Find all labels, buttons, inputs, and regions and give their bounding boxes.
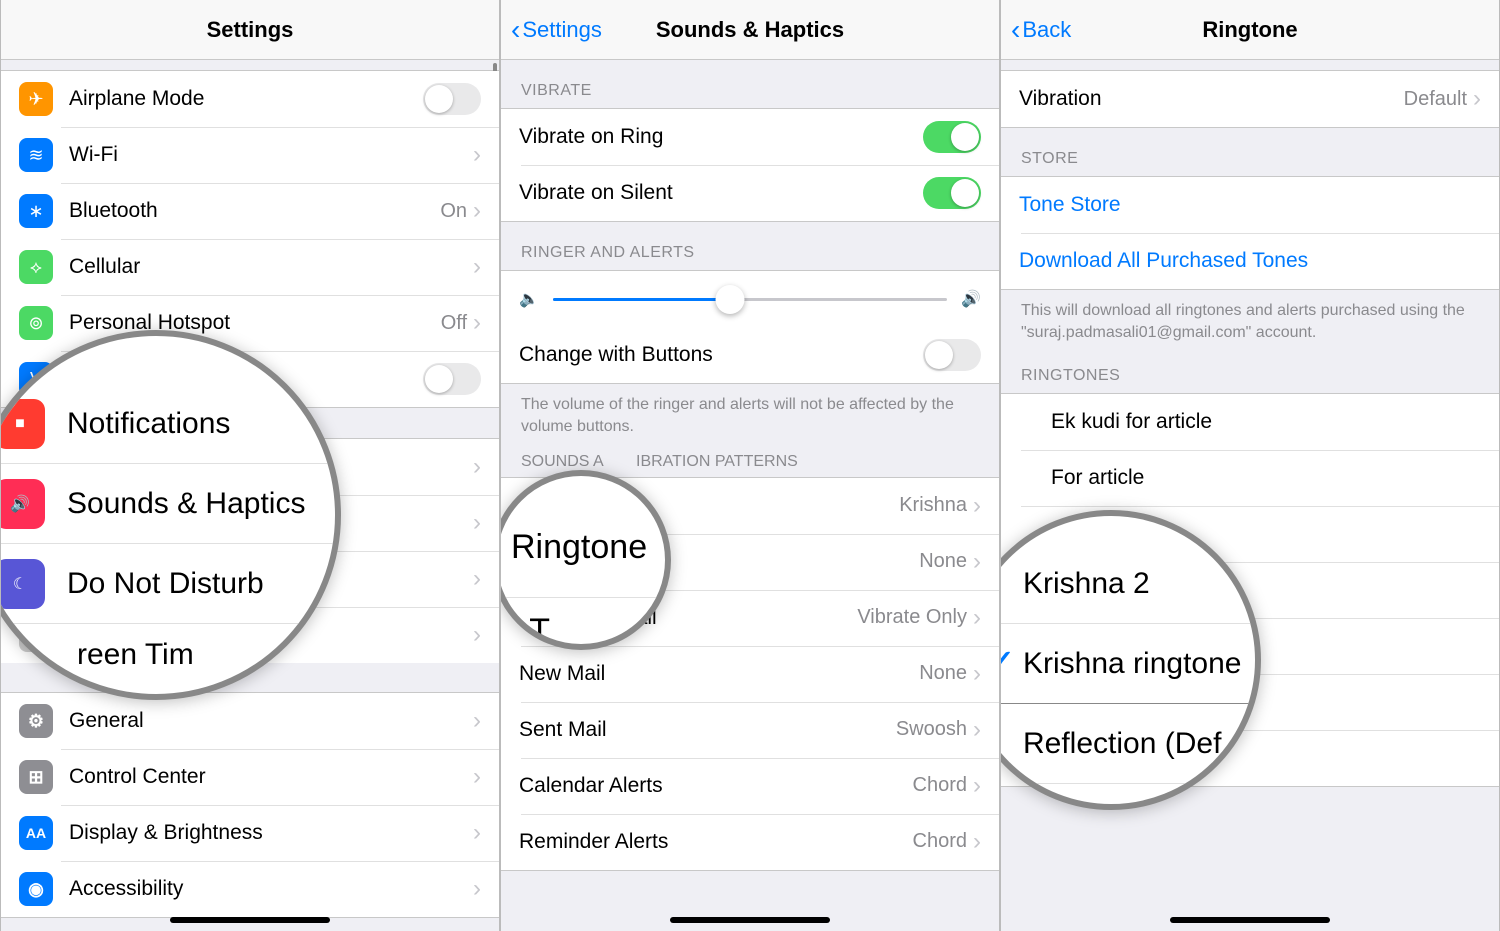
change-with-buttons-row[interactable]: Change with Buttons: [501, 327, 999, 383]
settings-row[interactable]: ∗BluetoothOn›: [1, 183, 499, 239]
chevron-left-icon: ‹: [1011, 14, 1020, 46]
settings-row[interactable]: Vibrate on Silent: [501, 165, 999, 221]
control-icon: ⊞: [19, 760, 53, 794]
hotspot-icon: ⊚: [19, 306, 53, 340]
zoom-ringtone-row[interactable]: ✓Krishna 2: [1000, 544, 1261, 624]
settings-row[interactable]: ⊞Control Center›: [1, 749, 499, 805]
vibration-row[interactable]: Vibration Default ›: [1001, 71, 1499, 127]
chevron-right-icon: ›: [473, 621, 481, 649]
wifi-icon: ≋: [19, 138, 53, 172]
toggle[interactable]: [923, 177, 981, 209]
settings-row[interactable]: ⟡Cellular›: [1, 239, 499, 295]
navbar: ‹ Back Ringtone: [1001, 0, 1499, 60]
chevron-right-icon: ›: [473, 875, 481, 903]
chevron-right-icon: ›: [973, 548, 981, 576]
chevron-right-icon: ›: [473, 309, 481, 337]
navbar: Settings: [1, 0, 499, 60]
ringtone-row[interactable]: ✓Ek kudi for article: [1001, 394, 1499, 450]
airplane-icon: ✈: [19, 82, 53, 116]
zoom-row[interactable]: ■Notifications: [0, 384, 341, 464]
zoom-ringtone-row[interactable]: ✓Krishna ringtone: [1000, 624, 1261, 704]
speaker-high-icon: 🔊: [961, 289, 981, 309]
sound-row[interactable]: Reminder AlertsChord›: [501, 814, 999, 870]
bell-icon: ■: [0, 399, 45, 449]
chevron-right-icon: ›: [473, 509, 481, 537]
navbar: ‹ Settings Sounds & Haptics: [501, 0, 999, 60]
chevron-right-icon: ›: [473, 707, 481, 735]
settings-row[interactable]: ⊚Personal HotspotOff›: [1, 295, 499, 351]
chevron-right-icon: ›: [473, 763, 481, 791]
chevron-right-icon: ›: [473, 253, 481, 281]
store-row[interactable]: Download All Purchased Tones: [1001, 233, 1499, 289]
page-title: Sounds & Haptics: [656, 17, 844, 43]
settings-screen: Settings ✈Airplane Mode≋Wi-Fi›∗Bluetooth…: [0, 0, 500, 931]
chevron-right-icon: ›: [973, 772, 981, 800]
back-button[interactable]: ‹ Settings: [511, 14, 602, 46]
chevron-right-icon: ›: [473, 197, 481, 225]
speaker-icon: 🔊: [0, 479, 45, 529]
settings-row[interactable]: ≋Wi-Fi›: [1, 127, 499, 183]
page-title: Settings: [207, 17, 294, 43]
section-footer-store: This will download all ringtones and ale…: [1001, 290, 1499, 361]
sound-row[interactable]: Sent MailSwoosh›: [501, 702, 999, 758]
speaker-low-icon: 🔈: [519, 289, 539, 309]
zoom-row[interactable]: 🔊Sounds & Haptics: [0, 464, 341, 544]
toggle[interactable]: [423, 363, 481, 395]
ringtone-row[interactable]: ✓For article: [1001, 450, 1499, 506]
home-indicator: [1170, 917, 1330, 923]
chevron-left-icon: ‹: [511, 14, 520, 46]
chevron-right-icon: ›: [473, 141, 481, 169]
chevron-right-icon: ›: [973, 716, 981, 744]
home-indicator: [670, 917, 830, 923]
settings-row[interactable]: Vibrate on Ring: [501, 109, 999, 165]
cellular-icon: ⟡: [19, 250, 53, 284]
volume-slider-row[interactable]: 🔈 🔊: [501, 271, 999, 327]
chevron-right-icon: ›: [973, 660, 981, 688]
settings-row[interactable]: ◉Accessibility›: [1, 861, 499, 917]
sound-row[interactable]: New MailNone›: [501, 646, 999, 702]
chevron-right-icon: ›: [473, 453, 481, 481]
gear-icon: ⚙: [19, 704, 53, 738]
section-header-vibrate: VIBRATE: [501, 60, 999, 108]
bluetooth-icon: ∗: [19, 194, 53, 228]
zoom-ringtone-row[interactable]: ✓Reflection (Def: [1000, 704, 1261, 784]
ringtone-screen: ‹ Back Ringtone Vibration Default › STOR…: [1000, 0, 1500, 931]
zoom-ringtone-row[interactable]: Ringtone: [500, 516, 671, 598]
moon-icon: ☾: [0, 559, 45, 609]
zoom-callout: Ringtone t T: [500, 470, 671, 650]
section-header-store: STORE: [1001, 128, 1499, 176]
zoom-callout: ✓Krishna 2✓Krishna ringtone✓Reflection (…: [1000, 510, 1261, 810]
zoom-row[interactable]: ☾Do Not Disturb: [0, 544, 341, 624]
store-row[interactable]: Tone Store: [1001, 177, 1499, 233]
volume-slider[interactable]: [553, 298, 947, 301]
section-footer-ringer: The volume of the ringer and alerts will…: [501, 384, 999, 455]
toggle[interactable]: [923, 121, 981, 153]
section-header-ringtones: RINGTONES: [1001, 361, 1499, 393]
chevron-right-icon: ›: [473, 819, 481, 847]
sounds-haptics-screen: ‹ Settings Sounds & Haptics VIBRATE Vibr…: [500, 0, 1000, 931]
chevron-right-icon: ›: [1473, 85, 1481, 113]
settings-row[interactable]: ⚙General›: [1, 693, 499, 749]
chevron-right-icon: ›: [973, 828, 981, 856]
display-icon: AA: [19, 816, 53, 850]
access-icon: ◉: [19, 872, 53, 906]
chevron-right-icon: ›: [473, 565, 481, 593]
checkmark-icon: ✓: [1000, 641, 1023, 687]
section-header-ringer: RINGER AND ALERTS: [501, 222, 999, 270]
chevron-right-icon: ›: [973, 492, 981, 520]
toggle[interactable]: [423, 83, 481, 115]
page-title: Ringtone: [1202, 17, 1297, 43]
change-buttons-toggle[interactable]: [923, 339, 981, 371]
settings-row[interactable]: AADisplay & Brightness›: [1, 805, 499, 861]
chevron-right-icon: ›: [973, 604, 981, 632]
zoom-callout: ■Notifications🔊Sounds & Haptics☾Do Not D…: [0, 330, 341, 700]
home-indicator: [170, 917, 330, 923]
settings-row[interactable]: ✈Airplane Mode: [1, 71, 499, 127]
sound-row[interactable]: Calendar AlertsChord›: [501, 758, 999, 814]
back-button[interactable]: ‹ Back: [1011, 14, 1071, 46]
